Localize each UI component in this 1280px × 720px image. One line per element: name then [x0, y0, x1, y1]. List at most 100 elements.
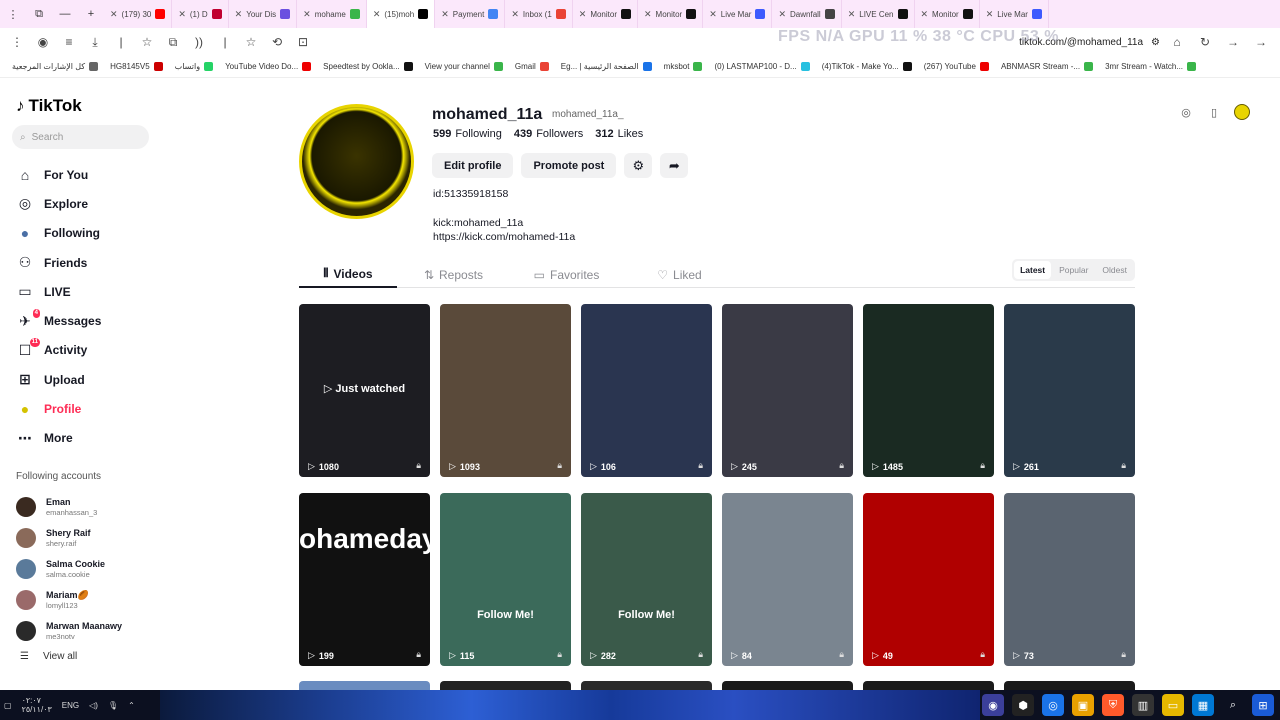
browser-tab[interactable]: ✕ (15)moh: [366, 0, 436, 28]
sidebar-item-messages[interactable]: ✈ 4 Messages: [12, 306, 152, 335]
promote-post-button[interactable]: Promote post: [521, 153, 617, 178]
bio-link[interactable]: https://kick.com/mohamed-11a: [433, 230, 575, 244]
tab-search-icon[interactable]: ⧉: [26, 0, 52, 28]
bookmark-item[interactable]: YouTube Video Do...: [219, 62, 317, 71]
tab-favorites[interactable]: ▭ Favorites: [510, 261, 623, 288]
browser-tab[interactable]: ✕ Monitor: [915, 0, 980, 28]
sidebar-item-live[interactable]: ▭ LIVE: [12, 277, 152, 306]
close-tab-icon[interactable]: ✕: [373, 9, 381, 20]
video-thumbnail[interactable]: ▷ 1093 🔒︎: [440, 304, 571, 477]
app-icon[interactable]: ⬢: [1012, 694, 1034, 716]
bookmark-item[interactable]: 3mr Stream - Watch...: [1099, 62, 1202, 71]
sidebar-item-upload[interactable]: ⊞ Upload: [12, 365, 152, 394]
start-icon[interactable]: ⊞: [1252, 694, 1274, 716]
wifi-icon[interactable]: )): [188, 31, 210, 53]
discord-icon[interactable]: ◉: [982, 694, 1004, 716]
sort-oldest[interactable]: Oldest: [1096, 261, 1133, 279]
browser-tab[interactable]: ✕ LIVE Cen: [842, 0, 915, 28]
bookmark-item[interactable]: (267) YouTube: [918, 62, 995, 71]
minimize-icon[interactable]: —: [52, 0, 78, 28]
video-thumbnail[interactable]: Follow Me! ▷ 115 🔒︎: [440, 493, 571, 666]
close-tab-icon[interactable]: ✕: [110, 9, 118, 20]
close-tab-icon[interactable]: ✕: [644, 9, 652, 20]
bookmark-item[interactable]: mksbot: [658, 62, 709, 71]
tab-videos[interactable]: ⫴ Videos: [299, 261, 397, 288]
download-icon[interactable]: ⤓: [84, 31, 106, 53]
video-thumbnail[interactable]: ▷ 106 🔒︎: [581, 304, 712, 477]
sort-popular[interactable]: Popular: [1053, 261, 1094, 279]
settings-gear-icon[interactable]: ⚙: [624, 153, 653, 178]
bookmark-item[interactable]: (0) LASTMAP100 - D...: [708, 62, 815, 71]
search-icon[interactable]: ⌕: [1222, 694, 1244, 716]
close-tab-icon[interactable]: ✕: [235, 9, 243, 20]
translate-icon[interactable]: ⊡: [292, 31, 314, 53]
browser-tab[interactable]: ✕ Monitor: [573, 0, 638, 28]
filter-icon[interactable]: ≡: [58, 31, 80, 53]
sidebar-item-activity[interactable]: ☐ 11 Activity: [12, 336, 152, 365]
close-tab-icon[interactable]: ✕: [986, 9, 994, 20]
tray-chevron-icon[interactable]: ⌃: [128, 701, 135, 710]
view-all-link[interactable]: ☰ View all: [20, 651, 77, 662]
mic-icon[interactable]: 🎙: [108, 701, 118, 710]
back-icon[interactable]: →: [1222, 31, 1244, 53]
close-tab-icon[interactable]: ✕: [778, 9, 786, 20]
browser-tab[interactable]: ✕ Payment: [435, 0, 506, 28]
sidebar-item-for-you[interactable]: ⌂ For You: [12, 160, 152, 189]
share-arrow-icon[interactable]: ➦: [660, 153, 689, 178]
bookmark-item[interactable]: Speedtest by Ookla...: [317, 62, 419, 71]
close-tab-icon[interactable]: ✕: [709, 9, 717, 20]
window-menu-icon[interactable]: ⋮: [0, 0, 26, 28]
reload-icon[interactable]: ↻: [1194, 31, 1216, 53]
close-tab-icon[interactable]: ✕: [511, 9, 519, 20]
file-explorer-icon[interactable]: ▭: [1162, 694, 1184, 716]
app-icon[interactable]: ▣: [1072, 694, 1094, 716]
bookmark-item[interactable]: ABNMASR Stream -...: [995, 62, 1099, 71]
home-icon[interactable]: ⌂: [1166, 31, 1188, 53]
bookmark-item[interactable]: Gmail: [509, 62, 555, 71]
browser-tab[interactable]: ✕ mohame: [297, 0, 367, 28]
screenshot-icon[interactable]: ⟲: [266, 31, 288, 53]
bookmark-star-icon[interactable]: ☆: [136, 31, 158, 53]
following-stat[interactable]: 599 Following: [433, 128, 502, 140]
language-indicator[interactable]: ENG: [62, 701, 79, 710]
video-thumbnail-partial[interactable]: [863, 681, 994, 690]
sidebar-item-following[interactable]: ● Following: [12, 219, 152, 248]
forward-icon[interactable]: →: [1250, 31, 1272, 53]
tune-icon[interactable]: ⚙: [1151, 37, 1160, 48]
close-tab-icon[interactable]: ✕: [579, 9, 587, 20]
video-thumbnail[interactable]: ▷ 1485 🔒︎: [863, 304, 994, 477]
bookmark-item[interactable]: كل الإشارات المرجعية: [6, 62, 104, 71]
device-icon[interactable]: ▯: [1206, 104, 1222, 120]
tiktok-logo[interactable]: ♪ TikTok: [16, 96, 82, 116]
extension-icon[interactable]: ⧉: [162, 31, 184, 53]
video-thumbnail[interactable]: ▷ 73 🔒︎: [1004, 493, 1135, 666]
sidebar-item-explore[interactable]: ◎ Explore: [12, 189, 152, 218]
video-thumbnail-partial[interactable]: [440, 681, 571, 690]
followers-stat[interactable]: 439 Followers: [514, 128, 583, 140]
following-account[interactable]: Marwan Maanawy me3notv: [16, 615, 122, 646]
video-thumbnail-partial[interactable]: [299, 681, 430, 690]
chrome-icon[interactable]: ◎: [1042, 694, 1064, 716]
app-icon[interactable]: ▥: [1132, 694, 1154, 716]
browser-tab[interactable]: ✕ Live Mar: [980, 0, 1049, 28]
brave-icon[interactable]: ⛨: [1102, 694, 1124, 716]
following-account[interactable]: Eman emanhassan_3: [16, 491, 122, 522]
sidebar-item-profile[interactable]: ● Profile: [12, 394, 152, 423]
volume-icon[interactable]: ◁): [89, 701, 98, 710]
video-thumbnail-partial[interactable]: [722, 681, 853, 690]
browser-tab[interactable]: ✕ Monitor: [638, 0, 704, 28]
browser-tab[interactable]: ✕ (179) 30: [104, 0, 173, 28]
following-account[interactable]: Shery Raif shery.raif: [16, 522, 122, 553]
account-icon[interactable]: ◉: [32, 31, 54, 53]
close-tab-icon[interactable]: ✕: [921, 9, 929, 20]
browser-tab[interactable]: ✕ Your Dis: [229, 0, 298, 28]
user-avatar[interactable]: [1234, 104, 1250, 120]
video-thumbnail[interactable]: ohameday ▷ 199 🔒︎: [299, 493, 430, 666]
star-icon[interactable]: ☆: [240, 31, 262, 53]
search-input[interactable]: ⌕ Search: [12, 125, 149, 149]
close-tab-icon[interactable]: ✕: [303, 9, 311, 20]
store-icon[interactable]: ▦: [1192, 694, 1214, 716]
browser-tab[interactable]: ✕ (1) D: [172, 0, 229, 28]
video-thumbnail[interactable]: ▷ 245 🔒︎: [722, 304, 853, 477]
video-thumbnail[interactable]: ▷ 84 🔒︎: [722, 493, 853, 666]
